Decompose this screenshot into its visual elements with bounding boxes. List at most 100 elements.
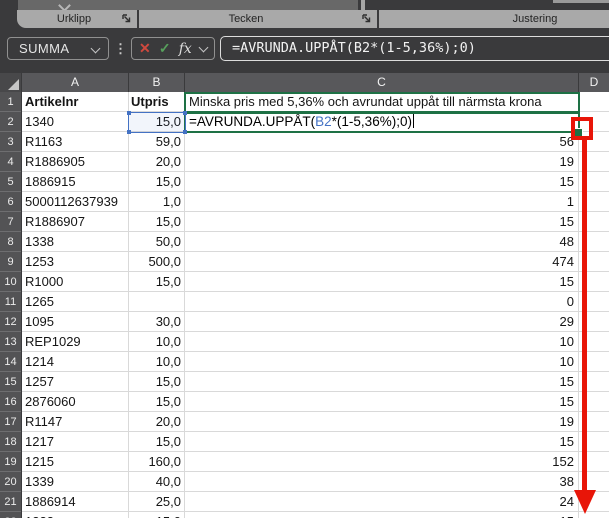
cell-c4[interactable]: 19 xyxy=(189,152,574,171)
table-row[interactable]: 2876060 15,0 15 xyxy=(22,392,609,412)
table-row[interactable]: 1217 15,0 15 xyxy=(22,432,609,452)
cell-c20[interactable]: 38 xyxy=(189,472,574,491)
chevron-down-icon[interactable] xyxy=(198,42,209,52)
formula-bar-drag-handle[interactable]: ⋮ xyxy=(114,37,127,60)
row-header-17[interactable]: 17 xyxy=(0,412,21,432)
cell-a1[interactable]: Artikelnr xyxy=(25,92,78,111)
cell-b22[interactable]: 15,0 xyxy=(129,512,181,518)
cell-a4[interactable]: R1886905 xyxy=(25,152,85,171)
cell-b18[interactable]: 15,0 xyxy=(129,432,181,451)
table-row[interactable]: 1215 160,0 152 xyxy=(22,452,609,472)
row-header-16[interactable]: 16 xyxy=(0,392,21,412)
row-header-3[interactable]: 3 xyxy=(0,132,21,152)
row-header-9[interactable]: 9 xyxy=(0,252,21,272)
cell-a9[interactable]: 1253 xyxy=(25,252,54,271)
cell-a22[interactable]: 1223 xyxy=(25,512,54,518)
row-header-4[interactable]: 4 xyxy=(0,152,21,172)
cell-c9[interactable]: 474 xyxy=(189,252,574,271)
row-header-5[interactable]: 5 xyxy=(0,172,21,192)
cell-b4[interactable]: 20,0 xyxy=(129,152,181,171)
cell-c22[interactable]: 15 xyxy=(189,512,574,518)
row-header-21[interactable]: 21 xyxy=(0,492,21,512)
table-row[interactable]: R1000 15,0 15 xyxy=(22,272,609,292)
cell-c17[interactable]: 19 xyxy=(189,412,574,431)
cell-b10[interactable]: 15,0 xyxy=(129,272,181,291)
table-row[interactable]: 1095 30,0 29 xyxy=(22,312,609,332)
cell-a3[interactable]: R1163 xyxy=(25,132,62,151)
cell-b11[interactable] xyxy=(129,292,181,311)
table-row[interactable]: 1265 0 xyxy=(22,292,609,312)
row-header-18[interactable]: 18 xyxy=(0,432,21,452)
cell-c6[interactable]: 1 xyxy=(189,192,574,211)
insert-function-icon[interactable]: fx xyxy=(179,41,192,57)
formula-bar-input[interactable]: =AVRUNDA.UPPÅT(B2*(1-5,36%);0) xyxy=(220,36,609,61)
table-row[interactable]: 1223 15,0 15 xyxy=(22,512,609,518)
cell-c14[interactable]: 10 xyxy=(189,352,574,371)
cell-a8[interactable]: 1338 xyxy=(25,232,54,251)
cell-b3[interactable]: 59,0 xyxy=(129,132,181,151)
cell-a10[interactable]: R1000 xyxy=(25,272,63,291)
cell-b17[interactable]: 20,0 xyxy=(129,412,181,431)
cell-a19[interactable]: 1215 xyxy=(25,452,54,471)
cell-a15[interactable]: 1257 xyxy=(25,372,54,391)
cell-b12[interactable]: 30,0 xyxy=(129,312,181,331)
select-all-button[interactable] xyxy=(0,73,21,92)
cell-b15[interactable]: 15,0 xyxy=(129,372,181,391)
table-row[interactable]: R1886905 20,0 19 xyxy=(22,152,609,172)
cell-a18[interactable]: 1217 xyxy=(25,432,54,451)
row-header-1[interactable]: 1 xyxy=(0,92,21,112)
cell-a21[interactable]: 1886914 xyxy=(25,492,76,511)
table-row[interactable]: REP1029 10,0 10 xyxy=(22,332,609,352)
cell-c11[interactable]: 0 xyxy=(189,292,574,311)
cell-c18[interactable]: 15 xyxy=(189,432,574,451)
column-header-d[interactable]: D xyxy=(578,73,609,92)
cell-a13[interactable]: REP1029 xyxy=(25,332,81,351)
cell-c15[interactable]: 15 xyxy=(189,372,574,391)
row-header-6[interactable]: 6 xyxy=(0,192,21,212)
dialog-launcher-icon-tecken[interactable] xyxy=(361,13,372,24)
cell-a17[interactable]: R1147 xyxy=(25,412,62,431)
cancel-icon[interactable]: ✕ xyxy=(139,40,151,57)
cell-c3[interactable]: 56 xyxy=(189,132,574,151)
row-header-11[interactable]: 11 xyxy=(0,292,21,312)
cell-c12[interactable]: 29 xyxy=(189,312,574,331)
cell-b6[interactable]: 1,0 xyxy=(129,192,181,211)
cell-a20[interactable]: 1339 xyxy=(25,472,54,491)
row-header-8[interactable]: 8 xyxy=(0,232,21,252)
table-row[interactable]: R1147 20,0 19 xyxy=(22,412,609,432)
cell-b7[interactable]: 15,0 xyxy=(129,212,181,231)
table-row[interactable]: 5000112637939 1,0 1 xyxy=(22,192,609,212)
row-header-19[interactable]: 19 xyxy=(0,452,21,472)
row-header-20[interactable]: 20 xyxy=(0,472,21,492)
column-header-c[interactable]: C xyxy=(184,73,578,92)
row-header-14[interactable]: 14 xyxy=(0,352,21,372)
table-row[interactable]: 1886914 25,0 24 xyxy=(22,492,609,512)
enter-icon[interactable]: ✓ xyxy=(159,40,171,57)
row-header-10[interactable]: 10 xyxy=(0,272,21,292)
cell-c2-edit-text[interactable]: =AVRUNDA.UPPÅT(B2*(1-5,36%);0) xyxy=(189,112,415,132)
table-row[interactable]: 1253 500,0 474 xyxy=(22,252,609,272)
row-header-7[interactable]: 7 xyxy=(0,212,21,232)
column-header-a[interactable]: A xyxy=(21,73,128,92)
cell-c13[interactable]: 10 xyxy=(189,332,574,351)
cell-c10[interactable]: 15 xyxy=(189,272,574,291)
row-header-13[interactable]: 13 xyxy=(0,332,21,352)
table-row[interactable]: R1886907 15,0 15 xyxy=(22,212,609,232)
cell-b16[interactable]: 15,0 xyxy=(129,392,181,411)
cell-a7[interactable]: R1886907 xyxy=(25,212,85,231)
table-row[interactable]: 1257 15,0 15 xyxy=(22,372,609,392)
row-header-22[interactable]: 22 xyxy=(0,512,21,518)
cell-b14[interactable]: 10,0 xyxy=(129,352,181,371)
table-row[interactable]: 1338 50,0 48 xyxy=(22,232,609,252)
chevron-down-icon[interactable] xyxy=(90,43,101,54)
cell-c16[interactable]: 15 xyxy=(189,392,574,411)
cell-b19[interactable]: 160,0 xyxy=(129,452,181,471)
row-header-15[interactable]: 15 xyxy=(0,372,21,392)
cell-a2[interactable]: 1340 xyxy=(25,112,54,131)
cell-b8[interactable]: 50,0 xyxy=(129,232,181,251)
cell-a6[interactable]: 5000112637939 xyxy=(25,192,118,211)
table-row[interactable]: R1163 59,0 56 xyxy=(22,132,609,152)
row-header-12[interactable]: 12 xyxy=(0,312,21,332)
cell-c7[interactable]: 15 xyxy=(189,212,574,231)
cell-c8[interactable]: 48 xyxy=(189,232,574,251)
